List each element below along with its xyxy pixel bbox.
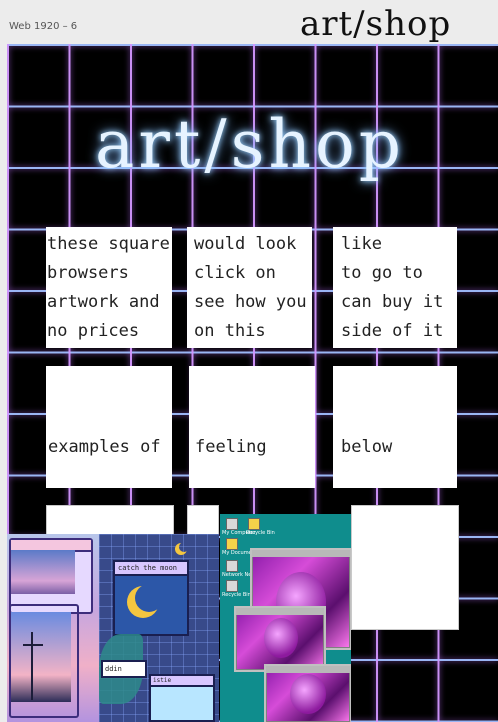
moon-window-title: catch the moon: [115, 562, 187, 576]
sunset-scene: [11, 550, 75, 594]
vaporwave-window: [234, 606, 326, 672]
card-line: can buy it: [341, 292, 444, 312]
artwork-cityscape-image[interactable]: [7, 534, 99, 722]
mini-window: ddin: [101, 660, 147, 678]
desktop-icon-label: Recycle Bin: [222, 592, 251, 598]
window-titlebar: [252, 550, 350, 557]
recycle-bin-icon: [226, 580, 238, 592]
frame-label: Web 1920 – 6: [9, 21, 78, 32]
card-line: click on: [194, 263, 276, 283]
power-tower-arm-icon: [23, 644, 43, 646]
crescent-moon-icon: [135, 584, 163, 612]
card-line: these square: [47, 234, 170, 254]
moon-window: catch the moon: [113, 560, 189, 636]
card-line: no prices: [47, 321, 140, 341]
artwork-card-1[interactable]: [46, 505, 174, 537]
card-line: to go to: [341, 263, 423, 283]
desktop-icon-label: Recycle Bin: [246, 530, 275, 536]
artboard: art/shop these square browsers artwork a…: [7, 44, 498, 722]
crescent-moon-icon: [179, 542, 189, 552]
card-caption: feeling: [195, 437, 267, 457]
header-title: art/shop: [300, 4, 452, 44]
astronaut-window-title: istie: [151, 676, 213, 687]
example-card-3: below: [333, 366, 457, 488]
artwork-card-2[interactable]: [187, 505, 219, 537]
astronaut-window: istie: [149, 674, 215, 722]
intro-card-2: would look click on see how you on this: [187, 227, 312, 348]
card-line: would look: [194, 234, 297, 254]
network-icon: [226, 560, 238, 572]
card-caption: below: [341, 437, 393, 457]
card-line: see how you: [194, 292, 307, 312]
card-line: artwork and: [47, 292, 160, 312]
example-card-2: feeling: [189, 366, 315, 488]
card-caption: examples of: [48, 437, 161, 457]
statue-face: [290, 674, 326, 714]
computer-icon: [226, 518, 238, 530]
card-line: like: [341, 234, 382, 254]
artwork-vaporwave-desktop-image[interactable]: My Computer Recycle Bin My Documents Net…: [220, 514, 351, 722]
statue-face: [264, 618, 298, 658]
hero-title: art/shop: [95, 106, 406, 183]
vaporwave-window: [264, 664, 351, 722]
card-line: side of it: [341, 321, 444, 341]
folder-icon: [226, 538, 238, 550]
artwork-moon-image[interactable]: catch the moon ddin istie: [99, 534, 219, 722]
power-tower-scene: [11, 612, 71, 702]
card-line: browsers: [47, 263, 129, 283]
folder-icon: [248, 518, 260, 530]
intro-card-3: like to go to can buy it side of it: [333, 227, 457, 348]
intro-card-1: these square browsers artwork and no pri…: [46, 227, 172, 348]
example-card-1: examples of: [46, 366, 172, 488]
artwork-card-3[interactable]: [351, 505, 459, 630]
card-line: on this: [194, 321, 266, 341]
window-titlebar: [266, 666, 350, 673]
power-tower-icon: [31, 632, 33, 700]
window-titlebar: [236, 608, 324, 615]
